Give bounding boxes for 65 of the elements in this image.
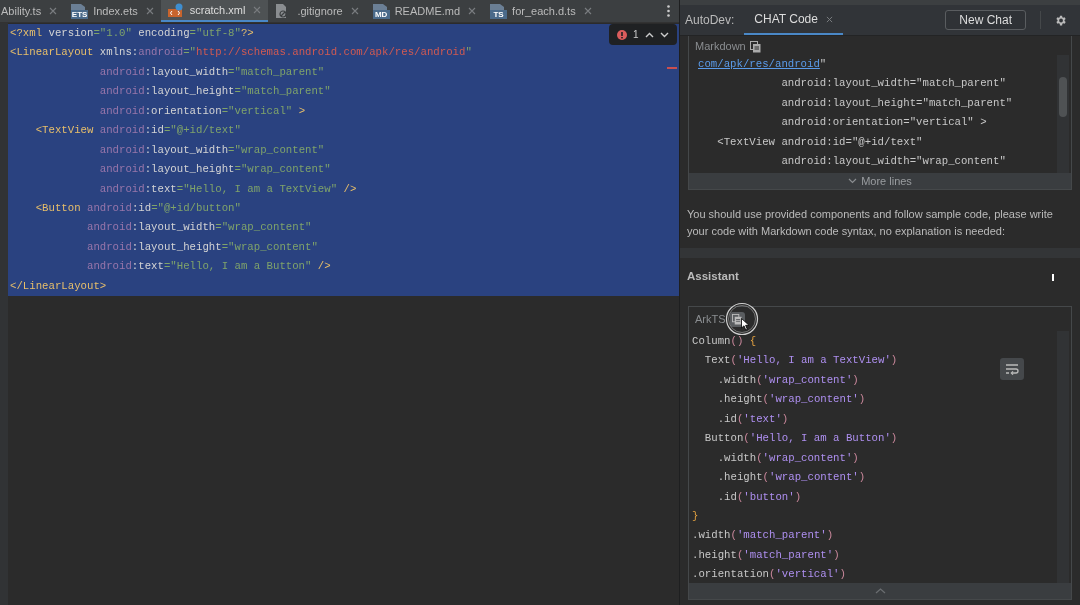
- close-icon[interactable]: [350, 7, 359, 15]
- scrollbar-thumb[interactable]: [1059, 77, 1067, 117]
- problems-indicator[interactable]: 1: [609, 24, 677, 45]
- editor-tab[interactable]: MD README.md: [365, 0, 484, 22]
- panel-title: AutoDev:: [684, 12, 736, 29]
- more-icon[interactable]: [667, 5, 670, 17]
- mouse-pointer-icon: [741, 318, 750, 331]
- close-icon[interactable]: [583, 7, 592, 15]
- ignored-file-icon: [275, 3, 289, 18]
- editor-tab[interactable]: scratch.xml: [160, 0, 269, 22]
- copy-icon[interactable]: [749, 40, 761, 53]
- code-line: .width('wrap_content'): [716, 372, 859, 388]
- error-stripe-mark: [667, 67, 677, 69]
- code-line: Text('Hello, I am a TextView'): [703, 353, 898, 369]
- message-text: You should use provided components and follow sample code, please write your code with Markdown code syntax, no explanation is needed:: [686, 207, 1054, 239]
- problem-count: 1: [633, 28, 639, 42]
- editor-tab[interactable]: .gitignore: [268, 0, 366, 22]
- code-line: }: [691, 508, 699, 524]
- code-line: android:orientation="vertical" >: [780, 115, 987, 131]
- file-icon: [490, 3, 505, 10]
- error-icon: [617, 29, 627, 40]
- file-type-label: ETS: [71, 9, 89, 19]
- more-lines-bar[interactable]: More lines: [689, 173, 1071, 189]
- file-icon: [71, 3, 86, 10]
- close-icon[interactable]: [145, 7, 154, 15]
- chevron-up-icon[interactable]: [644, 31, 654, 38]
- code-line: <TextView android:id="@+id/text": [716, 134, 923, 150]
- close-icon[interactable]: [825, 15, 833, 23]
- editor-tab[interactable]: ETS Index.ets: [64, 0, 161, 22]
- editor-tab[interactable]: Ability.ts: [0, 0, 65, 22]
- close-icon[interactable]: [49, 7, 58, 15]
- chevron-down-icon: [848, 178, 858, 184]
- code-line: .id('text'): [716, 411, 789, 427]
- close-icon[interactable]: [253, 6, 262, 14]
- author-label: Assistant: [687, 269, 739, 285]
- file-type-label: TS: [490, 9, 508, 19]
- code-line: .id('button'): [716, 489, 802, 505]
- text-cursor-icon: [1052, 273, 1054, 281]
- code-line: .width('wrap_content'): [716, 450, 859, 466]
- click-highlight: [725, 302, 759, 336]
- chevron-down-icon[interactable]: [659, 31, 669, 38]
- file-type-label: MD: [372, 9, 390, 19]
- file-icon: [372, 3, 387, 10]
- code-line: android:layout_width="match_parent": [780, 76, 1006, 92]
- code-line: .width('match_parent'): [691, 528, 834, 544]
- code-line: Column() {: [691, 334, 757, 349]
- soft-wrap-icon: [1005, 363, 1019, 375]
- copy-icon: [732, 313, 743, 325]
- code-line: .orientation('vertical'): [691, 567, 846, 583]
- language-label: ArkTS: [695, 311, 726, 327]
- code-line: Button('Hello, I am a Button'): [703, 431, 898, 447]
- chevron-up-icon: [874, 588, 886, 594]
- settings-icon[interactable]: [1054, 13, 1067, 27]
- new-chat-button[interactable]: New Chat: [945, 10, 1026, 30]
- code-line: com/apk/res/android": [697, 57, 827, 72]
- language-label: Markdown: [695, 39, 746, 55]
- code-line: android:layout_height="match_parent": [780, 95, 1013, 111]
- soft-wrap-button[interactable]: [1000, 358, 1024, 380]
- xml-file-icon: [167, 2, 183, 17]
- close-icon[interactable]: [468, 7, 477, 15]
- code-line: .height('match_parent'): [691, 547, 840, 563]
- code-line: android:layout_width="wrap_content": [780, 154, 1006, 170]
- code-line: .height('wrap_content'): [716, 470, 866, 486]
- editor-tab[interactable]: TS for_each.d.ts: [483, 0, 599, 22]
- code-line: .height('wrap_content'): [716, 392, 866, 408]
